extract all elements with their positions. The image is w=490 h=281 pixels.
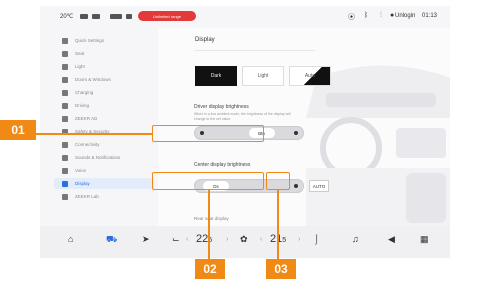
- theme-dark-option[interactable]: Dark: [195, 66, 237, 86]
- callout-line-1: [36, 133, 152, 135]
- sound-icon: [62, 154, 68, 161]
- sidebar-item-label: Display: [75, 181, 90, 186]
- slider-max-dot: [294, 184, 298, 188]
- wifi-icon: [62, 141, 68, 148]
- bottom-dock: ⌂ ⛟ ➤ ⌙ ‹ 225 › ✿ ‹ 215 › ⌡ ♫ ◀ ▦: [40, 226, 450, 258]
- sidebar-item-label: ZEEKR Lab: [75, 194, 99, 199]
- light-icon: [62, 63, 68, 70]
- sidebar-item-doors-windows[interactable]: Doors & Windows: [54, 74, 154, 85]
- sidebar-item-voice[interactable]: Voice: [54, 165, 154, 176]
- battery-icon: [110, 14, 122, 19]
- slider-max-dot: [294, 131, 298, 135]
- seat-icon: [62, 50, 68, 57]
- sidebar-item-label: Light: [75, 64, 85, 69]
- sidebar-item-label: Sounds & Notifications: [75, 155, 121, 160]
- car-status-icon: [80, 14, 88, 19]
- lab-icon: [62, 193, 68, 200]
- callout-highlight-1: [152, 125, 264, 142]
- left-temperature-value: 22: [196, 233, 209, 245]
- sidebar-item-seat[interactable]: Seat: [54, 48, 154, 59]
- home-icon[interactable]: ⌂: [68, 234, 73, 244]
- sidebar-item-sounds[interactable]: Sounds & Notifications: [54, 152, 154, 163]
- driving-icon: [62, 102, 68, 109]
- sidebar-item-label: Doors & Windows: [75, 77, 111, 82]
- temp-right-decrease-icon[interactable]: ‹: [260, 236, 262, 243]
- sidebar-item-zeekr-ad[interactable]: ZEEKR AD: [54, 113, 154, 124]
- sidebar-item-label: Driving: [75, 103, 90, 108]
- sidebar-item-label: ZEEKR AD: [75, 116, 98, 121]
- callout-line-3: [277, 190, 279, 260]
- music-icon[interactable]: ♫: [352, 234, 359, 244]
- user-icon[interactable]: ●: [390, 12, 394, 19]
- location-icon: ⦿: [348, 14, 355, 21]
- car-icon[interactable]: ⛟: [106, 234, 117, 246]
- callout-badge-1: 01: [0, 120, 36, 140]
- door-icon: [62, 76, 68, 83]
- callout-badge-3: 03: [266, 259, 296, 279]
- fan-icon[interactable]: ✿: [240, 234, 248, 245]
- volume-icon[interactable]: ◀: [388, 234, 395, 245]
- callout-highlight-3: [266, 172, 290, 190]
- sidebar-item-label: Voice: [75, 168, 87, 173]
- sidebar-item-label: Charging: [75, 90, 94, 95]
- range-alert-pill[interactable]: Unlimited range: [138, 11, 196, 21]
- driver-brightness-label: Driver display brightness: [194, 104, 249, 110]
- sidebar-item-label: Connectivity: [75, 142, 100, 147]
- sidebar-item-display[interactable]: Display: [54, 178, 154, 189]
- sidebar-item-connectivity[interactable]: Connectivity: [54, 139, 154, 150]
- voice-icon: [62, 167, 68, 174]
- outside-temperature: 20℃: [60, 14, 74, 20]
- steering-icon: [62, 115, 68, 122]
- sidebar-item-driving[interactable]: Driving: [54, 100, 154, 111]
- wiper-icon: [92, 14, 100, 19]
- apps-grid-icon[interactable]: ▦: [420, 234, 429, 245]
- clock: 01:13: [422, 13, 438, 19]
- temp-left-increase-icon[interactable]: ›: [226, 236, 228, 243]
- temp-left-decrease-icon[interactable]: ‹: [186, 236, 188, 243]
- sidebar-item-light[interactable]: Light: [54, 61, 154, 72]
- status-bar: 20℃ Unlimited range ⦿ ᛒ ⫶ ● Unlogin 01:1…: [40, 6, 450, 28]
- right-temperature-decimal: 5: [282, 237, 287, 244]
- sidebar-item-label: Quick Settings: [75, 38, 105, 43]
- navigation-icon[interactable]: ➤: [142, 234, 150, 245]
- quick-settings-icon: [62, 37, 68, 44]
- callout-highlight-2: [152, 172, 264, 190]
- display-icon: [62, 180, 68, 187]
- center-brightness-label: Center display brightness: [194, 162, 251, 168]
- driver-brightness-description: When in a low ambient mode, the brightne…: [194, 112, 291, 121]
- bluetooth-icon: ᛒ: [364, 12, 369, 19]
- theme-light-option[interactable]: Light: [242, 66, 284, 86]
- passenger-seat-icon[interactable]: ⌡: [314, 234, 319, 244]
- sidebar-item-quick-settings[interactable]: Quick Settings: [54, 35, 154, 46]
- user-login-status[interactable]: Unlogin: [395, 13, 415, 19]
- callout-badge-2: 02: [195, 259, 225, 279]
- callout-line-2: [208, 190, 210, 260]
- sidebar-item-safety[interactable]: Safety & Security: [54, 126, 154, 137]
- page-title: Display: [195, 37, 215, 43]
- theme-auto-option[interactable]: Auto: [289, 66, 331, 86]
- sidebar-item-label: Seat: [75, 51, 85, 56]
- seat-heat-icon[interactable]: ⌙: [172, 234, 180, 245]
- sidebar-item-zeekr-lab[interactable]: ZEEKR Lab: [54, 191, 154, 202]
- auto-brightness-button[interactable]: AUTO: [309, 180, 329, 192]
- signal-icon: ⫶: [380, 12, 382, 19]
- left-temperature[interactable]: 225: [196, 233, 212, 245]
- charging-icon: [62, 89, 68, 96]
- temp-right-increase-icon[interactable]: ›: [298, 236, 300, 243]
- rear-display-label[interactable]: Rear seat display: [194, 216, 229, 221]
- title-divider: [195, 50, 315, 51]
- sidebar-item-charging[interactable]: Charging: [54, 87, 154, 98]
- settings-sidebar: Quick Settings Seat Light Doors & Window…: [54, 31, 158, 226]
- camera-icon: [126, 14, 132, 19]
